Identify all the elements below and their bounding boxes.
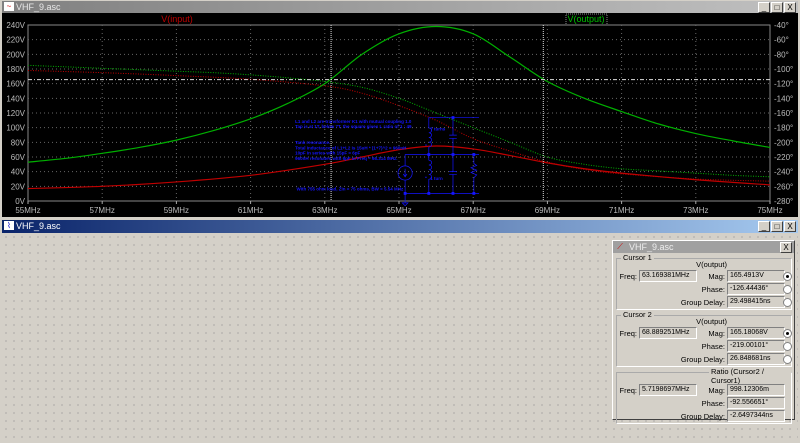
net-label-input[interactable]: Input (430, 152, 441, 157)
cursor-dialog-title-bar[interactable]: ⟋ VHF_9.asc X (613, 241, 794, 253)
cursor2-mag-radio[interactable] (783, 329, 792, 338)
comment-line[interactable]: L1 and L2 are transformer K1 with mutual… (295, 119, 412, 124)
schematic-title-bar[interactable]: ⌇ VHF_9.asc _ □ X (2, 220, 798, 233)
dialog-close-button[interactable]: X (780, 242, 792, 253)
cursor2-phase-radio[interactable] (783, 342, 792, 351)
ac-directive[interactable]: .ac lin 1000 55Meg 75Meg (342, 171, 397, 176)
l2-name[interactable]: L2 (418, 133, 424, 138)
comment-line[interactable]: 960nH resonates with 6pF at Freq = 66.31… (295, 156, 397, 161)
ratio-freq-field[interactable]: 5.7198697MHz (639, 384, 697, 396)
ground-symbol-icon (401, 202, 409, 207)
cursor2-freq-label: Freq: (619, 329, 637, 338)
cursor2-group-delay-radio[interactable] (783, 355, 792, 364)
resistor-r1[interactable] (470, 163, 478, 179)
comment-line[interactable]: Total inductance of L1+L2 is 15uH * (1+7… (295, 145, 406, 150)
l1-name[interactable]: L1 (418, 160, 424, 165)
cursor1-mag-label: Mag: (708, 272, 725, 281)
schematic-window-title: VHF_9.asc (16, 221, 61, 231)
cursor1-group-delay-field[interactable]: 29.498415ns (727, 296, 785, 308)
cursor1-group-delay-radio[interactable] (783, 298, 792, 307)
cursor2-group-delay-label: Group Delay: (680, 355, 725, 364)
cursor1-group-label: Cursor 1 (621, 253, 654, 262)
cursor2-group-delay-field[interactable]: 26.848681ns (727, 353, 785, 365)
cursor2-phase-label: Phase: (701, 342, 725, 351)
cursor1-group: Cursor 1 V(output) Freq: 63.169381MHz Mag:… (616, 253, 792, 310)
net-label-output[interactable]: Output (480, 152, 495, 157)
minimize-button[interactable]: _ (758, 221, 770, 232)
comment-line[interactable]: 10pF in series with 15pF = 6pF (295, 151, 360, 156)
net-label-tank[interactable]: Tank (455, 115, 466, 120)
cursor1-phase-field[interactable]: -126.44436° (727, 283, 785, 295)
cursor1-freq-field[interactable]: 63.169381MHz (639, 270, 697, 282)
cursor1-mag-field[interactable]: 165.4913V (727, 270, 785, 282)
close-button[interactable]: X (784, 221, 796, 232)
l1-value[interactable]: 15nH (433, 167, 444, 172)
ltspice-icon: ⟋ (617, 242, 623, 251)
ratio-group-label: Ratio (Cursor2 / Cursor1) (709, 367, 791, 385)
cursor2-phase-field[interactable]: -219.00101° (727, 340, 785, 352)
cursor2-trace: V(output) (696, 317, 727, 326)
cursor1-freq-label: Freq: (619, 272, 637, 281)
r1-name[interactable]: R1 (480, 165, 486, 170)
comment-line[interactable]: Tank resonance. (295, 140, 330, 145)
ratio-phase-field[interactable]: -92.556651° (727, 397, 785, 409)
cursor2-mag-label: Mag: (708, 329, 725, 338)
c1-value[interactable]: 10p (455, 139, 463, 144)
ratio-freq-label: Freq: (619, 386, 637, 395)
schematic-svg: L1 and L2 are transformer K1 with mutual… (295, 115, 497, 207)
k1-directive[interactable]: K1 L1 L2 1.0 (391, 137, 418, 142)
cursor1-phase-label: Phase: (701, 285, 725, 294)
capacitor-c1[interactable] (449, 134, 457, 139)
cursor1-trace: V(output) (696, 260, 727, 269)
cursor1-group-delay-label: Group Delay: (680, 298, 725, 307)
comment-line[interactable]: Tap is at 1T, below 7T, the square gives… (295, 124, 412, 129)
schematic-icon: ⌇ (4, 221, 14, 230)
i1-value[interactable]: AC 1 (410, 176, 421, 181)
maximize-button[interactable]: □ (771, 221, 783, 232)
comment-line[interactable]: With 755 ohm load, Zin = 75 ohms, BW = 5… (297, 187, 404, 192)
l2-value[interactable]: 735nH (432, 140, 446, 145)
c1-name[interactable]: C1 (455, 130, 461, 135)
cursor2-freq-field[interactable]: 68.889251MHz (639, 327, 697, 339)
net-label-ground[interactable]: Ground (480, 191, 496, 196)
l1-note[interactable]: 1 turn (430, 176, 443, 181)
ratio-mag-label: Mag: (708, 386, 725, 395)
current-arrow-icon (402, 168, 408, 178)
c2-value[interactable]: 15p (455, 175, 463, 180)
ratio-group-delay-field[interactable]: -2.6497344ns (727, 410, 785, 422)
ratio-phase-label: Phase: (701, 399, 725, 408)
i1-name[interactable]: I1 (409, 160, 413, 165)
capacitor-c2[interactable] (449, 171, 457, 175)
cursor1-phase-radio[interactable] (783, 285, 792, 294)
cursor1-mag-radio[interactable] (783, 272, 792, 281)
cursor-dialog-title: VHF_9.asc (629, 242, 674, 252)
ratio-group-delay-label: Group Delay: (680, 412, 725, 421)
cursor-dialog: ⟋ VHF_9.asc X Cursor 1 V(output) Freq: 63.… (612, 240, 795, 424)
cursor2-group-label: Cursor 2 (621, 310, 654, 319)
ratio-group: Ratio (Cursor2 / Cursor1) Freq: 5.7198697… (616, 367, 792, 424)
cursor2-mag-field[interactable]: 165.18068V (727, 327, 785, 339)
c2-name[interactable]: C2 (455, 166, 461, 171)
l2-note[interactable]: 7 turns (430, 126, 446, 131)
r1-value[interactable]: 755 (480, 171, 488, 176)
ratio-mag-field[interactable]: 998.12306m (727, 384, 785, 396)
cursor2-group: Cursor 2 V(output) Freq: 68.889251MHz Mag:… (616, 310, 792, 367)
